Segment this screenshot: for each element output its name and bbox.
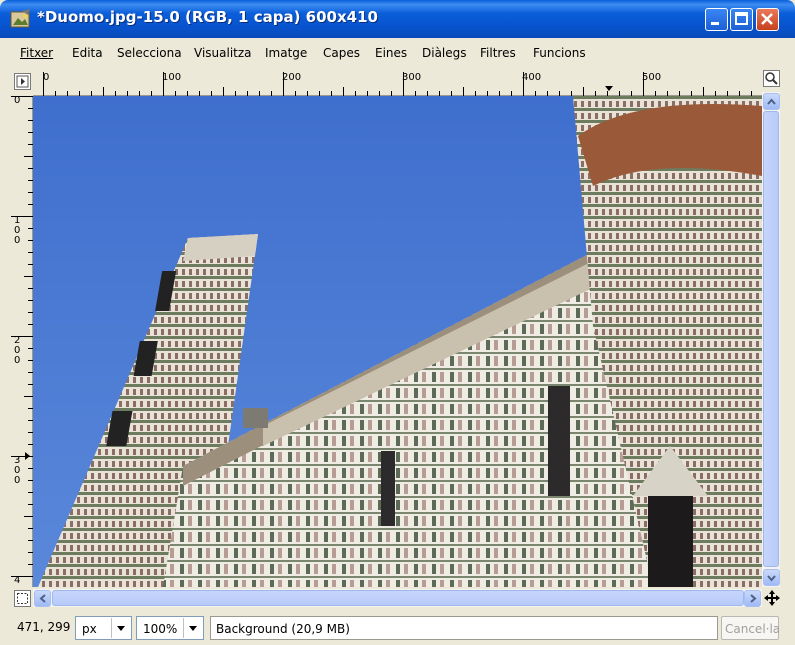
window-title: *Duomo.jpg-15.0 (RGB, 1 capa) 600x410 [37, 8, 378, 26]
ruler-label-500: 500 [642, 72, 662, 83]
menu-capes[interactable]: Capes [323, 46, 360, 60]
menu-fitxer[interactable]: Fitxer [20, 46, 53, 60]
horizontal-scrollbar[interactable] [33, 589, 762, 607]
chevron-down-icon [767, 575, 776, 582]
cancel-button[interactable]: Cancel·la [721, 616, 781, 640]
ruler-label-300: 300 [402, 72, 422, 83]
vertical-scroll-thumb[interactable] [763, 111, 779, 567]
dashed-square-icon [17, 593, 28, 604]
vertical-ruler[interactable]: 0 1 0 0 2 0 0 3 0 0 4 [11, 96, 33, 587]
menu-selecciona[interactable]: Selecciona [117, 46, 182, 60]
status-message: Background (20,9 MB) [216, 622, 350, 636]
unit-dropdown-arrow[interactable] [111, 618, 130, 638]
vruler-label-400: 4 [14, 575, 21, 586]
zoom-value[interactable]: 100% [143, 622, 177, 636]
maximize-icon [735, 12, 748, 25]
menu-eines[interactable]: Eines [375, 46, 407, 60]
scroll-down-button[interactable] [763, 569, 780, 586]
zoom-image-button[interactable] [763, 70, 780, 87]
menu-bar: Fitxer Edita Selecciona Visualitza Imatg… [0, 38, 795, 68]
menu-dialegs[interactable]: Diàlegs [422, 46, 467, 60]
zoom-dropdown-arrow[interactable] [183, 618, 202, 638]
minimize-icon [711, 22, 719, 25]
menu-imatge[interactable]: Imatge [265, 46, 307, 60]
image-canvas[interactable] [33, 96, 762, 587]
vruler-label-0: 0 [14, 95, 21, 106]
chevron-left-icon [39, 594, 46, 603]
horizontal-ruler[interactable]: 0 100 200 300 400 500 [33, 72, 762, 96]
horizontal-scroll-thumb[interactable] [52, 590, 744, 606]
scroll-right-button[interactable] [744, 590, 761, 607]
chevron-up-icon [767, 98, 776, 105]
vruler-label-200: 2 0 0 [14, 335, 21, 366]
zoom-selector[interactable]: 100% [136, 616, 204, 640]
chevron-right-icon [750, 594, 757, 603]
ruler-label-100: 100 [162, 72, 182, 83]
vruler-label-300: 3 0 0 [14, 455, 21, 486]
dropdown-arrow-icon [189, 626, 197, 631]
title-bar[interactable]: *Duomo.jpg-15.0 (RGB, 1 capa) 600x410 [0, 0, 795, 38]
scroll-up-button[interactable] [763, 93, 780, 110]
duomo-photo [33, 96, 762, 587]
pointer-coordinates: 471, 299 [17, 620, 71, 634]
menu-funcions[interactable]: Funcions [533, 46, 586, 60]
close-icon [761, 13, 773, 25]
status-bar: 471, 299 px 100% Background (20,9 MB) Ca… [0, 610, 795, 645]
gimp-image-window: *Duomo.jpg-15.0 (RGB, 1 capa) 600x410 Fi… [0, 0, 795, 645]
menu-visualitza[interactable]: Visualitza [194, 46, 252, 60]
vertical-scrollbar[interactable] [762, 92, 780, 587]
gimp-app-icon [10, 9, 30, 28]
cancel-button-label: Cancel·la [725, 622, 781, 636]
menu-edita[interactable]: Edita [72, 46, 103, 60]
navigate-image-button[interactable] [763, 589, 781, 607]
menu-filtres[interactable]: Filtres [480, 46, 516, 60]
ruler-label-200: 200 [282, 72, 302, 83]
status-message-field: Background (20,9 MB) [210, 616, 718, 640]
move-arrows-icon [764, 590, 780, 606]
ruler-label-0: 0 [43, 72, 50, 83]
magnifier-icon [765, 72, 778, 85]
maximize-button[interactable] [730, 8, 753, 31]
dropdown-arrow-icon [117, 626, 125, 631]
scroll-left-button[interactable] [34, 590, 51, 607]
ruler-label-400: 400 [522, 72, 542, 83]
unit-value: px [82, 622, 97, 636]
vruler-label-100: 1 0 0 [14, 215, 21, 246]
minimize-button[interactable] [705, 8, 728, 31]
play-arrow-icon [16, 75, 29, 88]
close-button[interactable] [756, 8, 779, 31]
unit-selector[interactable]: px [75, 616, 132, 640]
image-menu-button[interactable] [14, 73, 31, 90]
quick-mask-toggle[interactable] [14, 590, 31, 607]
